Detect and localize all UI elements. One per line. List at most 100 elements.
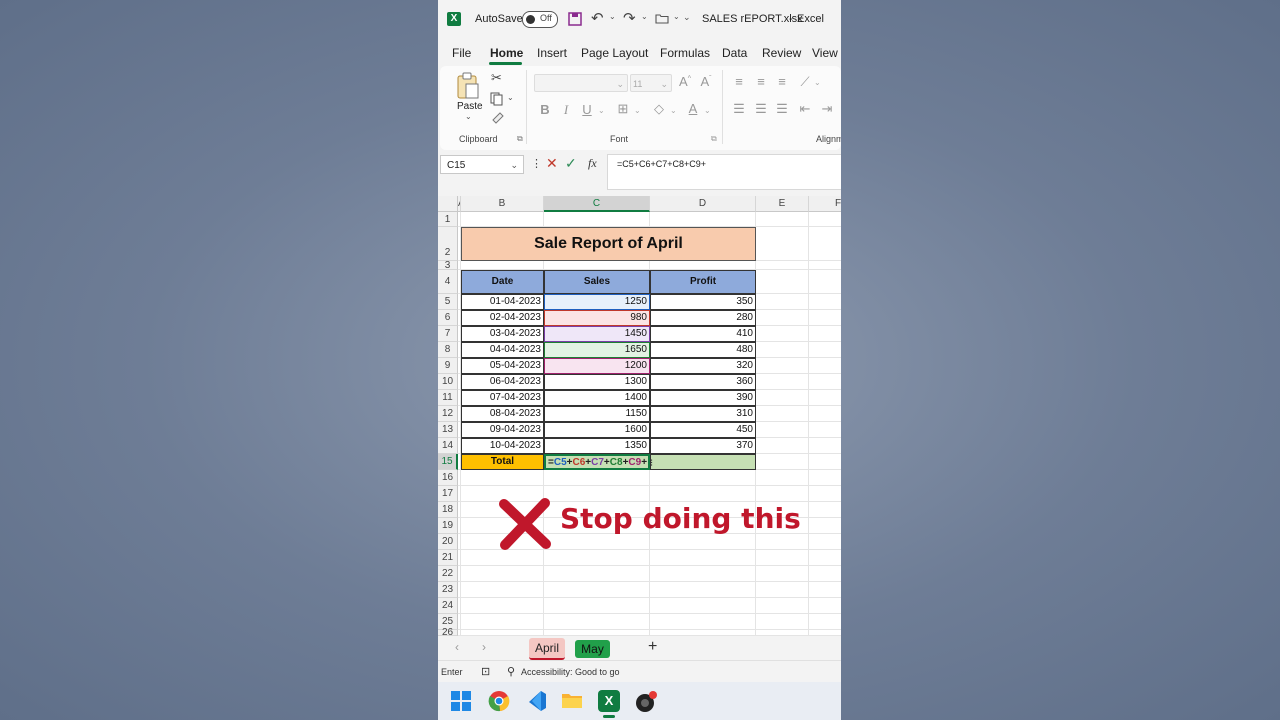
column-header-d[interactable]: D bbox=[650, 196, 756, 212]
profit-cell[interactable]: 480 bbox=[650, 342, 756, 358]
format-painter-icon[interactable] bbox=[491, 111, 505, 125]
align-left-icon[interactable]: ☰ bbox=[730, 101, 748, 117]
sales-cell[interactable]: 1200 bbox=[544, 358, 650, 374]
formula-input[interactable]: =C5+C6+C7+C8+C9+ bbox=[607, 154, 841, 190]
row-header-9[interactable]: 9 bbox=[438, 358, 458, 374]
formula-bar-options-icon[interactable]: ⋮ bbox=[531, 157, 542, 170]
sales-cell[interactable]: 1350 bbox=[544, 438, 650, 454]
sales-cell[interactable]: 1400 bbox=[544, 390, 650, 406]
tab-formulas[interactable]: Formulas bbox=[660, 46, 710, 60]
row-header-12[interactable]: 12 bbox=[438, 406, 458, 422]
column-header-e[interactable]: E bbox=[756, 196, 809, 212]
shrink-font-icon[interactable]: Aˇ bbox=[697, 74, 715, 89]
sheet-tab-april[interactable]: April bbox=[529, 638, 565, 660]
orientation-icon[interactable]: ⟋ bbox=[796, 74, 814, 90]
font-color-icon[interactable]: A bbox=[684, 101, 702, 116]
redo-icon[interactable]: ↷ bbox=[623, 9, 636, 27]
folder-dropdown-icon[interactable]: ⌄ bbox=[673, 12, 680, 21]
increase-indent-icon[interactable]: ⇥ bbox=[818, 101, 836, 117]
insert-function-icon[interactable]: fx bbox=[588, 156, 597, 171]
row-header-23[interactable]: 23 bbox=[438, 582, 458, 598]
tab-page-layout[interactable]: Page Layout bbox=[581, 46, 648, 60]
paste-icon[interactable] bbox=[456, 72, 480, 100]
bold-button[interactable]: B bbox=[536, 102, 554, 117]
windows-start-icon[interactable] bbox=[451, 691, 471, 711]
borders-icon[interactable]: ⊞ bbox=[614, 101, 632, 117]
row-header-8[interactable]: 8 bbox=[438, 342, 458, 358]
top-align-icon[interactable]: ≡ bbox=[730, 74, 748, 89]
row-header-14[interactable]: 14 bbox=[438, 438, 458, 454]
row-header-11[interactable]: 11 bbox=[438, 390, 458, 406]
chrome-icon[interactable] bbox=[488, 690, 510, 712]
orientation-dropdown-icon[interactable]: ⌄ bbox=[814, 78, 821, 87]
sales-cell[interactable]: 980 bbox=[544, 310, 650, 326]
undo-icon[interactable]: ↶ bbox=[591, 9, 604, 27]
column-header-f[interactable]: F bbox=[809, 196, 841, 212]
recorder-icon[interactable] bbox=[635, 690, 659, 714]
font-color-dropdown-icon[interactable]: ⌄ bbox=[704, 106, 711, 115]
row-header-16[interactable]: 16 bbox=[438, 470, 458, 486]
total-profit-cell[interactable] bbox=[650, 454, 756, 470]
align-center-icon[interactable]: ☰ bbox=[752, 101, 770, 117]
copy-dropdown-icon[interactable]: ⌄ bbox=[507, 93, 514, 102]
date-cell[interactable]: 06-04-2023 bbox=[461, 374, 544, 390]
row-header-13[interactable]: 13 bbox=[438, 422, 458, 438]
middle-align-icon[interactable]: ≡ bbox=[752, 74, 770, 89]
add-sheet-button[interactable]: + bbox=[648, 638, 657, 656]
header-profit[interactable]: Profit bbox=[650, 270, 756, 294]
row-header-4[interactable]: 4 bbox=[438, 270, 458, 294]
row-header-5[interactable]: 5 bbox=[438, 294, 458, 310]
tab-insert[interactable]: Insert bbox=[537, 46, 567, 60]
fill-color-icon[interactable]: ◇ bbox=[650, 101, 668, 117]
sales-cell[interactable]: 1150 bbox=[544, 406, 650, 422]
tab-file[interactable]: File bbox=[452, 46, 471, 60]
date-cell[interactable]: 05-04-2023 bbox=[461, 358, 544, 374]
font-size-dropdown-icon[interactable]: ⌄ bbox=[660, 75, 668, 93]
profit-cell[interactable]: 350 bbox=[650, 294, 756, 310]
autosave-toggle[interactable]: Off bbox=[522, 11, 558, 28]
name-box-dropdown-icon[interactable]: ⌄ bbox=[510, 156, 518, 175]
scroll-tabs-left-icon[interactable]: ‹ bbox=[455, 640, 459, 654]
row-header-24[interactable]: 24 bbox=[438, 598, 458, 614]
bottom-align-icon[interactable]: ≡ bbox=[773, 74, 791, 89]
grow-font-icon[interactable]: A^ bbox=[676, 74, 694, 89]
profit-cell[interactable]: 450 bbox=[650, 422, 756, 438]
fill-color-dropdown-icon[interactable]: ⌄ bbox=[670, 106, 677, 115]
profit-cell[interactable]: 360 bbox=[650, 374, 756, 390]
row-header-15[interactable]: 15 bbox=[438, 454, 458, 470]
date-cell[interactable]: 08-04-2023 bbox=[461, 406, 544, 422]
date-cell[interactable]: 02-04-2023 bbox=[461, 310, 544, 326]
row-header-19[interactable]: 19 bbox=[438, 518, 458, 534]
date-cell[interactable]: 09-04-2023 bbox=[461, 422, 544, 438]
total-sales-cell[interactable]: =C5+C6+C7+C8+C9+ bbox=[544, 454, 650, 470]
total-label[interactable]: Total bbox=[461, 454, 544, 470]
sales-cell[interactable]: 1250 bbox=[544, 294, 650, 310]
copy-icon[interactable] bbox=[490, 92, 504, 106]
font-launcher-icon[interactable]: ⧉ bbox=[711, 134, 717, 144]
tab-view[interactable]: View bbox=[812, 46, 838, 60]
row-header-17[interactable]: 17 bbox=[438, 486, 458, 502]
save-icon[interactable] bbox=[568, 12, 582, 26]
header-sales[interactable]: Sales bbox=[544, 270, 650, 294]
worksheet-grid[interactable]: A B C D E F 1234567891011121314151617181… bbox=[438, 196, 841, 636]
date-cell[interactable]: 01-04-2023 bbox=[461, 294, 544, 310]
macro-record-icon[interactable]: ⊡ bbox=[481, 665, 490, 678]
profit-cell[interactable]: 410 bbox=[650, 326, 756, 342]
cut-icon[interactable]: ✂ bbox=[491, 70, 502, 86]
open-folder-icon[interactable] bbox=[655, 13, 669, 24]
row-header-10[interactable]: 10 bbox=[438, 374, 458, 390]
profit-cell[interactable]: 390 bbox=[650, 390, 756, 406]
column-header-b[interactable]: B bbox=[461, 196, 544, 212]
row-header-1[interactable]: 1 bbox=[438, 212, 458, 227]
row-header-22[interactable]: 22 bbox=[438, 566, 458, 582]
row-header-6[interactable]: 6 bbox=[438, 310, 458, 326]
paste-label[interactable]: Paste bbox=[457, 101, 483, 112]
undo-dropdown-icon[interactable]: ⌄ bbox=[609, 12, 616, 21]
redo-dropdown-icon[interactable]: ⌄ bbox=[641, 12, 648, 21]
font-name-dropdown-icon[interactable]: ⌄ bbox=[616, 75, 624, 93]
vscode-icon[interactable] bbox=[525, 690, 547, 712]
confirm-entry-icon[interactable]: ✓ bbox=[565, 155, 577, 172]
scroll-tabs-right-icon[interactable]: › bbox=[482, 640, 486, 654]
borders-dropdown-icon[interactable]: ⌄ bbox=[634, 106, 641, 115]
header-date[interactable]: Date bbox=[461, 270, 544, 294]
